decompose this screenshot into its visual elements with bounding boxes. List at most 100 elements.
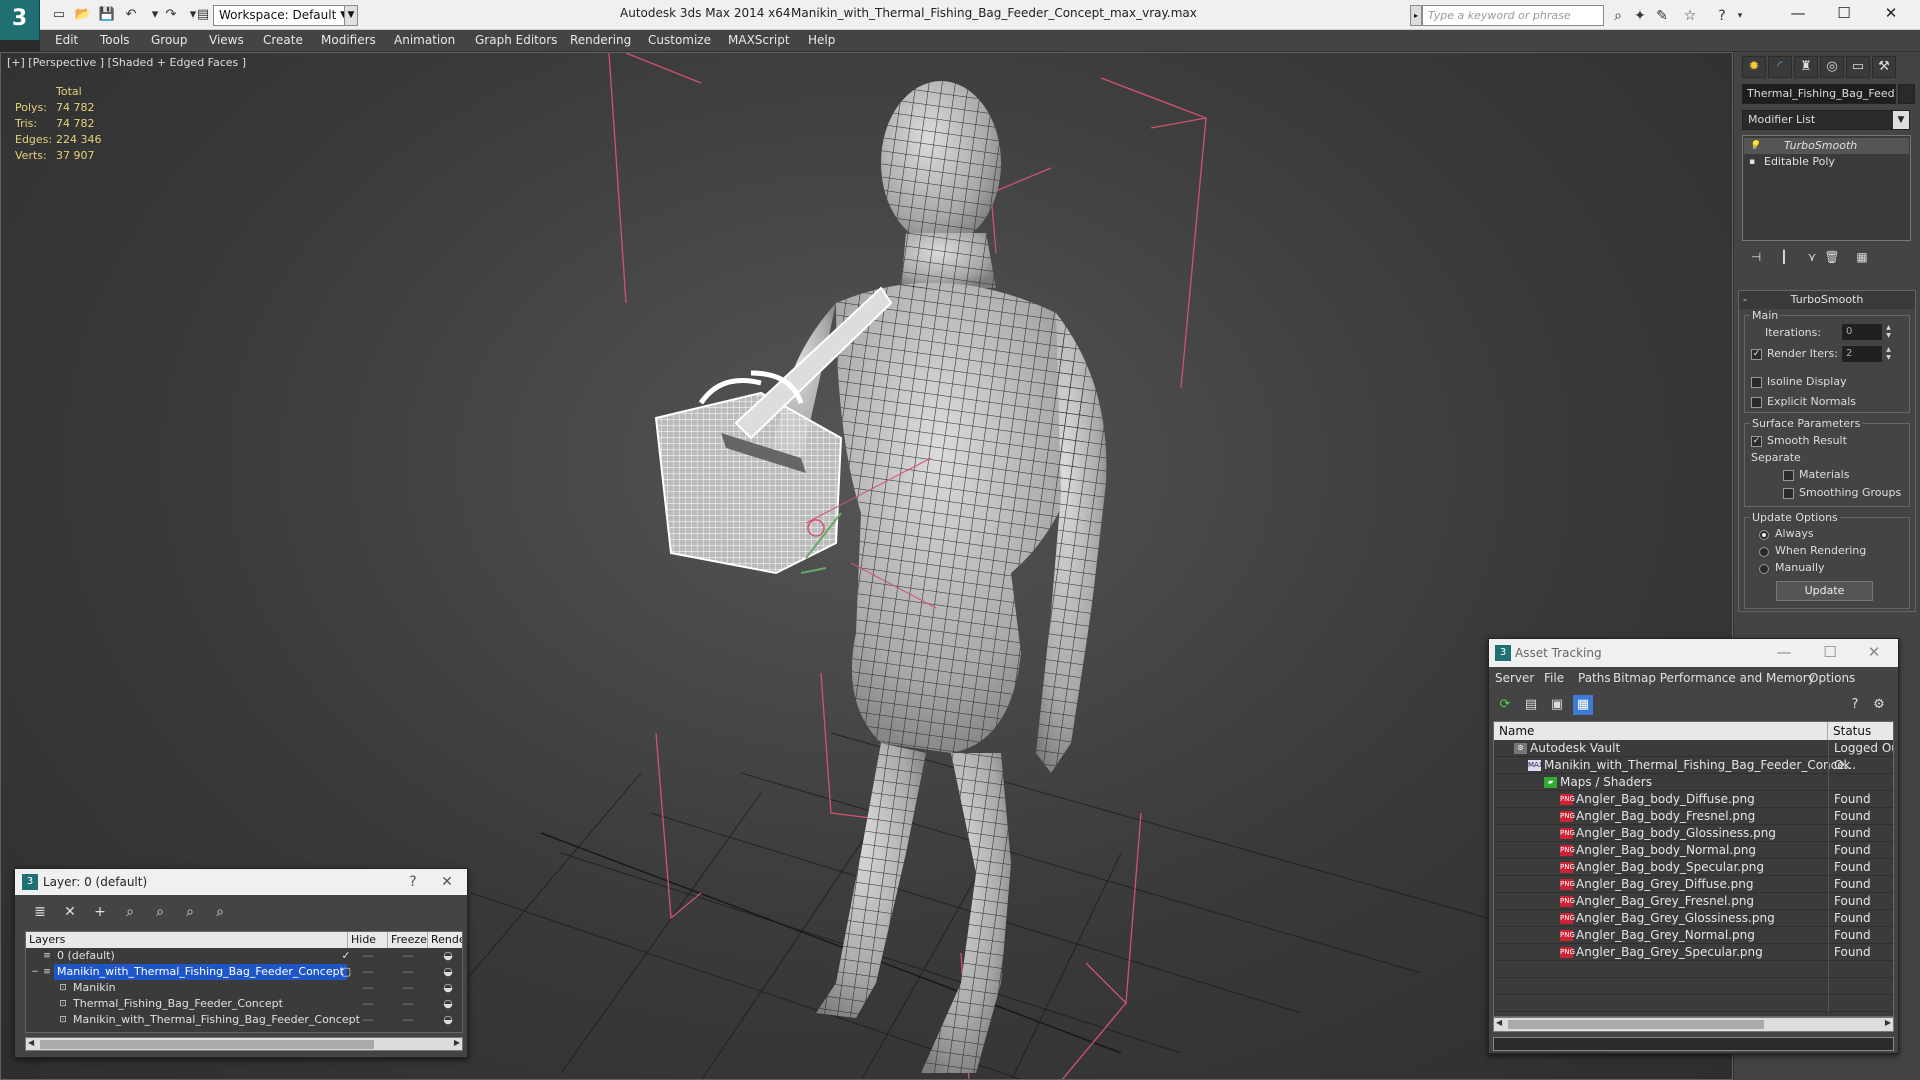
workspace-menu-arrow[interactable]: ▼ — [344, 5, 358, 26]
asset-dialog-titlebar[interactable]: 3 Asset Tracking — ☐ ✕ — [1489, 639, 1898, 667]
layer-row[interactable]: ⊡ Manikin_with_Thermal_Fishing_Bag_Feede… — [26, 1012, 462, 1028]
hide-toggle[interactable]: — — [348, 996, 388, 1012]
open-file-icon[interactable]: 📂 — [72, 5, 94, 25]
favorites-star-icon[interactable]: ☆ — [1680, 6, 1700, 26]
configure-sets-icon[interactable]: ▦ — [1852, 247, 1872, 267]
create-tab-sun-icon[interactable]: ✹ — [1742, 56, 1766, 78]
asset-row[interactable]: PNG Angler_Bag_Grey_Specular.png Found — [1494, 944, 1893, 961]
menu-animation[interactable]: Animation — [394, 33, 455, 47]
asset-row[interactable]: PNG Angler_Bag_Grey_Fresnel.png Found — [1494, 893, 1893, 910]
help-icon[interactable]: ? — [1712, 6, 1732, 26]
asset-row[interactable]: ▰ Maps / Shaders — [1494, 774, 1893, 791]
layer-row[interactable]: ≡ 0 (default) ✓ — — ◒ — [26, 948, 462, 964]
render-iters-spinner[interactable]: 2 — [1842, 346, 1882, 362]
render-teapot-icon[interactable]: ◒ — [428, 948, 462, 964]
isoline-display-checkbox[interactable] — [1751, 377, 1762, 388]
close-icon[interactable]: ✕ — [1868, 0, 1914, 28]
save-file-icon[interactable]: 💾 — [96, 5, 118, 25]
menu-paths[interactable]: Paths — [1578, 671, 1611, 685]
menu-maxscript[interactable]: MAXScript — [728, 33, 790, 47]
column-header-name[interactable]: Name — [1494, 722, 1828, 740]
render-iters-checkbox[interactable]: ✓ — [1751, 349, 1762, 360]
project-folder-icon[interactable]: ▤ — [192, 5, 214, 25]
motion-tab-icon[interactable]: ◎ — [1820, 56, 1844, 78]
subscription-icon[interactable]: ✦ — [1630, 6, 1650, 26]
asset-row[interactable]: PNG Angler_Bag_Grey_Diffuse.png Found — [1494, 876, 1893, 893]
freeze-all-layers-icon[interactable]: ⌕ — [209, 901, 231, 923]
scroll-left-icon[interactable]: ◀ — [1496, 1018, 1502, 1027]
help-button[interactable]: ? — [401, 873, 425, 891]
minimize-icon[interactable]: — — [1775, 0, 1821, 28]
hide-toggle[interactable]: — — [348, 980, 388, 996]
list-view-icon[interactable]: ▤ — [1521, 695, 1541, 715]
close-icon[interactable]: ✕ — [1851, 639, 1897, 667]
smooth-result-checkbox[interactable]: ✓ — [1751, 436, 1762, 447]
menu-edit[interactable]: Edit — [55, 33, 78, 47]
redo-icon[interactable]: ↷ — [160, 5, 182, 25]
asset-row[interactable]: MAX Manikin_with_Thermal_Fishing_Bag_Fee… — [1494, 757, 1893, 774]
freeze-toggle[interactable]: — — [388, 980, 428, 996]
close-icon[interactable]: ✕ — [435, 873, 459, 891]
scrollbar-thumb[interactable] — [1508, 1020, 1764, 1029]
horizontal-scrollbar[interactable]: ◀ ▶ — [1493, 1017, 1894, 1032]
spinner-arrows-icon[interactable]: ▲ ▼ — [1884, 346, 1893, 362]
render-teapot-icon[interactable]: ◒ — [428, 964, 462, 980]
refresh-icon[interactable]: ⟳ — [1495, 695, 1515, 715]
layer-row[interactable]: ⊡ Thermal_Fishing_Bag_Feeder_Concept — —… — [26, 996, 462, 1012]
scroll-right-icon[interactable]: ▶ — [1885, 1018, 1891, 1027]
smoothing-groups-checkbox[interactable] — [1783, 488, 1794, 499]
menu-group[interactable]: Group — [151, 33, 188, 47]
delete-layer-icon[interactable]: ✕ — [59, 901, 81, 923]
asset-row[interactable]: PNG Angler_Bag_body_Fresnel.png Found — [1494, 808, 1893, 825]
asset-row[interactable]: PNG Angler_Bag_body_Glossiness.png Found — [1494, 825, 1893, 842]
menu-server[interactable]: Server — [1495, 671, 1534, 685]
highlight-layer-icon[interactable]: ⌕ — [149, 901, 171, 923]
communication-icon[interactable]: ✎ — [1652, 6, 1672, 26]
stack-item-turbosmooth[interactable]: 💡 TurboSmooth — [1744, 138, 1909, 154]
maximize-icon[interactable]: ☐ — [1821, 0, 1867, 28]
menu-create[interactable]: Create — [263, 33, 303, 47]
modify-tab-icon[interactable]: ◜ — [1768, 56, 1792, 78]
render-teapot-icon[interactable]: ◒ — [428, 996, 462, 1012]
explicit-normals-checkbox[interactable] — [1751, 397, 1762, 408]
help-icon[interactable]: ? — [1845, 695, 1865, 715]
expand-plus-icon[interactable]: ▪ — [1749, 154, 1755, 170]
minimize-icon[interactable]: — — [1761, 639, 1807, 667]
menu-rendering[interactable]: Rendering — [570, 33, 631, 47]
asset-row[interactable]: PNG Angler_Bag_Grey_Glossiness.png Found — [1494, 910, 1893, 927]
scroll-right-icon[interactable]: ▶ — [454, 1038, 460, 1047]
horizontal-scrollbar[interactable]: ◀ ▶ — [25, 1037, 463, 1051]
object-name-field[interactable]: Thermal_Fishing_Bag_Feeder — [1742, 84, 1896, 104]
freeze-toggle[interactable]: — — [388, 1012, 428, 1028]
column-header-layers[interactable]: Layers — [26, 932, 348, 948]
asset-path-field[interactable] — [1493, 1037, 1894, 1051]
column-header-status[interactable]: Status — [1828, 722, 1893, 740]
menu-modifiers[interactable]: Modifiers — [321, 33, 376, 47]
maximize-icon[interactable]: ☐ — [1807, 639, 1853, 667]
add-to-layer-icon[interactable]: + — [89, 901, 111, 923]
search-input[interactable]: Type a keyword or phrase — [1422, 5, 1604, 26]
asset-row[interactable]: PNG Angler_Bag_body_Diffuse.png Found — [1494, 791, 1893, 808]
iterations-spinner[interactable]: 0 — [1842, 324, 1882, 340]
app-logo-icon[interactable]: 3 — [0, 0, 40, 40]
display-tab-icon[interactable]: ▭ — [1846, 56, 1870, 78]
hide-toggle[interactable]: — — [348, 1012, 388, 1028]
new-layer-icon[interactable]: ≣ — [29, 901, 51, 923]
show-end-result-icon[interactable]: ┃ — [1774, 247, 1794, 267]
manually-radio[interactable] — [1759, 564, 1769, 574]
pin-stack-icon[interactable]: ⊣ — [1746, 247, 1766, 267]
undo-icon[interactable]: ↶ — [120, 5, 142, 25]
new-file-icon[interactable]: ▭ — [48, 5, 70, 25]
layer-row[interactable]: ⊡ Manikin — — ◒ — [26, 980, 462, 996]
hierarchy-tab-icon[interactable]: ♜ — [1794, 56, 1818, 78]
column-header-render[interactable]: Render — [428, 932, 462, 948]
make-unique-icon[interactable]: ⋎ — [1802, 247, 1822, 267]
asset-row[interactable]: ⚙ Autodesk Vault Logged Out — [1494, 740, 1893, 757]
menu-tools[interactable]: Tools — [100, 33, 130, 47]
binoculars-icon[interactable]: ⌕ — [1608, 6, 1628, 26]
utilities-tab-icon[interactable]: ⚒ — [1872, 56, 1896, 78]
lightbulb-icon[interactable]: 💡 — [1749, 138, 1760, 154]
freeze-toggle[interactable]: — — [388, 996, 428, 1012]
workspace-dropdown[interactable]: Workspace: Default ▼ — [213, 5, 351, 26]
asset-row[interactable]: PNG Angler_Bag_body_Normal.png Found — [1494, 842, 1893, 859]
